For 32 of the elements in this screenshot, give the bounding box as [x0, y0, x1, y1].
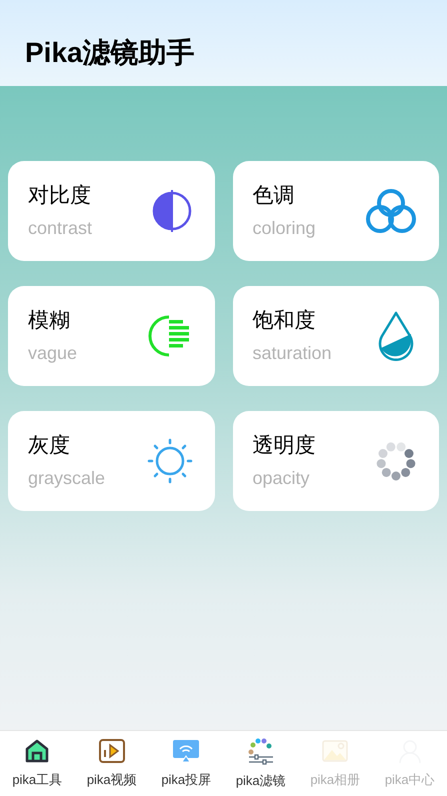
filter-card[interactable]: 灰度 grayscale [8, 411, 214, 511]
tab-item[interactable]: pika视频 [74, 731, 149, 796]
filter-subtitle: contrast [28, 217, 92, 240]
sun-icon [146, 438, 192, 484]
filter-subtitle: vague [28, 342, 78, 366]
filter-title: 模糊 [28, 308, 71, 334]
filter-title: 对比度 [28, 182, 92, 209]
filter-card[interactable]: 色调 coloring [232, 161, 439, 261]
overlapping-circles-icon [365, 187, 417, 235]
filter-title: 色调 [252, 182, 296, 209]
filter-subtitle: grayscale [28, 467, 106, 490]
loading-spinner-icon [375, 440, 417, 482]
filter-subtitle: coloring [252, 217, 316, 240]
image-icon [321, 738, 350, 764]
video-icon [98, 738, 126, 764]
filter-subtitle: saturation [252, 342, 332, 366]
filter-card[interactable]: 饱和度 saturation [232, 286, 439, 386]
tab-item[interactable]: pika滤镜 [224, 731, 298, 796]
filter-card[interactable]: 透明度 opacity [232, 411, 439, 511]
filter-card[interactable]: 模糊 vague [8, 286, 214, 386]
tab-item[interactable]: pika投屏 [149, 731, 224, 796]
filter-title: 透明度 [252, 432, 316, 459]
tab-item[interactable]: pika工具 [0, 731, 74, 796]
wireless-screen-icon [172, 738, 200, 764]
contrast-icon [150, 189, 192, 233]
sliders-dots-icon [246, 736, 275, 765]
home-icon [24, 738, 50, 764]
filter-title: 灰度 [28, 432, 71, 459]
filter-card[interactable]: 对比度 contrast [8, 161, 214, 261]
app-title: Pika滤镜助手 [25, 36, 195, 70]
filter-title: 饱和度 [252, 308, 316, 334]
filter-subtitle: opacity [252, 467, 311, 490]
